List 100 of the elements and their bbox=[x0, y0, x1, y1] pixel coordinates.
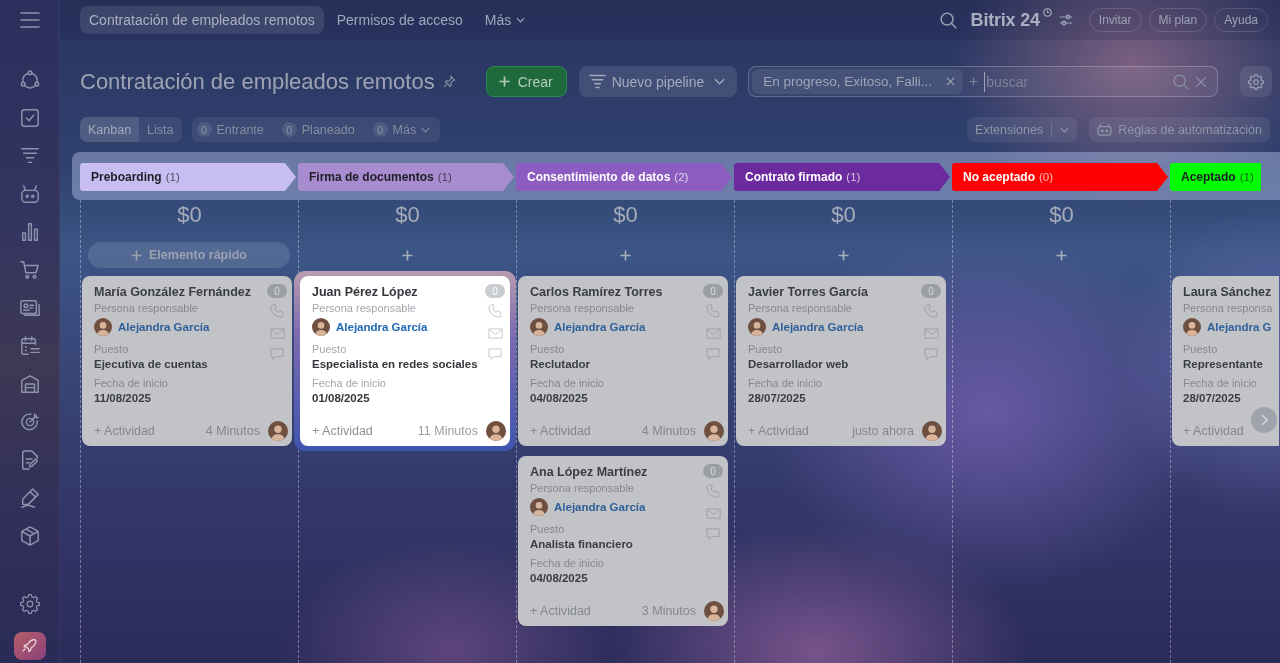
field-value: Especialista en redes sociales bbox=[312, 357, 479, 372]
rocket-icon[interactable] bbox=[13, 632, 46, 660]
responsible-link[interactable]: Alejandra García bbox=[118, 321, 210, 333]
add-activity-link[interactable]: + Actividad bbox=[94, 424, 155, 438]
stage-header[interactable]: Contrato firmado (1) bbox=[734, 163, 950, 191]
avatar-icon bbox=[704, 421, 724, 441]
add-activity-link[interactable]: + Actividad bbox=[530, 604, 591, 618]
responsible-link[interactable]: Alejandra G bbox=[1207, 321, 1272, 333]
pipeline-button[interactable]: Nuevo pipeline bbox=[578, 66, 738, 97]
plus-icon bbox=[969, 77, 979, 86]
avatar-icon bbox=[922, 421, 942, 441]
counter-filter[interactable]: 0 Planeado bbox=[281, 122, 355, 137]
card-title[interactable]: Laura Sánchez bbox=[1183, 284, 1279, 301]
stage-header[interactable]: Aceptado (1) bbox=[1170, 163, 1261, 191]
nav-tab[interactable]: Permisos de acceso bbox=[327, 6, 472, 34]
stage-header[interactable]: Preboarding (1) bbox=[80, 163, 296, 191]
card-title[interactable]: Juan Pérez López bbox=[312, 284, 484, 301]
view-tab[interactable]: Lista bbox=[139, 117, 182, 142]
menu-icon[interactable] bbox=[19, 10, 40, 30]
time-label: 4 Minutos bbox=[205, 424, 260, 438]
settings-button[interactable] bbox=[1240, 66, 1272, 97]
settings-icon bbox=[1248, 73, 1264, 90]
id-card-icon[interactable] bbox=[19, 298, 40, 318]
funnel-icon[interactable] bbox=[19, 146, 40, 166]
stage-count: (1) bbox=[1239, 171, 1254, 183]
extensions-button[interactable]: Extensiones bbox=[967, 117, 1078, 142]
field-label: Fecha de inicio bbox=[312, 376, 387, 390]
stage-name: Aceptado bbox=[1181, 170, 1236, 184]
stage-header[interactable]: No aceptado (0) bbox=[952, 163, 1168, 191]
card-title[interactable]: Javier Torres García bbox=[748, 284, 920, 301]
card-title[interactable]: Carlos Ramírez Torres bbox=[530, 284, 702, 301]
stage-total: $0 bbox=[177, 202, 202, 228]
box-icon[interactable] bbox=[19, 526, 40, 546]
field-value: 11/08/2025 bbox=[94, 391, 152, 406]
chevron-down-icon bbox=[1060, 126, 1070, 133]
robot-icon bbox=[1097, 123, 1113, 136]
document-edit-icon[interactable] bbox=[19, 450, 40, 470]
nav-tab[interactable]: Contratación de empleados remotos bbox=[80, 6, 324, 34]
robot-icon[interactable] bbox=[19, 184, 40, 204]
filter-tag[interactable]: En progreso, Exitoso, Falli... bbox=[752, 69, 964, 94]
add-activity-link[interactable]: + Actividad bbox=[312, 424, 373, 438]
filter-search-field[interactable]: En progreso, Exitoso, Falli... buscar bbox=[748, 66, 1218, 97]
close-icon[interactable] bbox=[1195, 75, 1207, 88]
time-label: justo ahora bbox=[852, 424, 914, 438]
time-label: 11 Minutos bbox=[417, 424, 478, 438]
field-label: Persona responsable bbox=[748, 301, 853, 315]
plus-icon bbox=[131, 249, 143, 261]
responsible-link[interactable]: Alejandra García bbox=[554, 321, 646, 333]
card-title[interactable]: Ana López Martínez bbox=[530, 464, 702, 481]
garage-icon[interactable] bbox=[19, 374, 40, 394]
bar-chart-icon[interactable] bbox=[19, 222, 40, 242]
nodes-icon[interactable] bbox=[19, 70, 40, 90]
search-input[interactable]: buscar bbox=[984, 71, 1167, 92]
settings-icon[interactable] bbox=[19, 594, 40, 614]
field-label: Persona responsa bbox=[1183, 301, 1274, 315]
search-icon[interactable] bbox=[939, 11, 957, 29]
calendar-icon[interactable] bbox=[19, 336, 40, 356]
stage-header[interactable]: Firma de documentos (1) bbox=[298, 163, 514, 191]
pen-icon[interactable] bbox=[19, 488, 40, 508]
deal-card[interactable]: Laura Sánchez Persona responsa Alejandra G Puesto Representante Fecha de inicio 28/07/2025 + Actividad bbox=[1172, 276, 1279, 446]
pin-icon[interactable] bbox=[442, 75, 456, 88]
field-label: Persona responsable bbox=[530, 481, 635, 495]
responsible-link[interactable]: Alejandra García bbox=[772, 321, 864, 333]
field-value: Representante bbox=[1183, 357, 1264, 372]
plus-icon bbox=[619, 249, 631, 261]
time-label: 3 Minutos bbox=[641, 604, 696, 618]
avatar-icon bbox=[312, 318, 330, 336]
cart-icon[interactable] bbox=[19, 260, 40, 280]
field-value: Reclutador bbox=[530, 357, 592, 372]
field-value: 04/08/2025 bbox=[530, 571, 589, 586]
card-title[interactable]: María González Fernández bbox=[94, 284, 266, 301]
time-label: 4 Minutos bbox=[641, 424, 696, 438]
close-icon[interactable] bbox=[946, 77, 956, 86]
stage-count: (0) bbox=[1039, 171, 1054, 183]
responsible-link[interactable]: Alejandra García bbox=[336, 321, 428, 333]
stage-header[interactable]: Consentimiento de datos (2) bbox=[516, 163, 732, 191]
avatar-icon bbox=[268, 421, 288, 441]
field-label: Puesto bbox=[312, 342, 348, 356]
field-value: 28/07/2025 bbox=[1183, 391, 1242, 406]
create-button[interactable]: Crear bbox=[485, 66, 567, 97]
count-badge: 0 bbox=[372, 122, 388, 137]
target-icon[interactable] bbox=[19, 412, 40, 432]
add-activity-link[interactable]: + Actividad bbox=[748, 424, 809, 438]
plus-icon bbox=[1055, 249, 1067, 261]
add-activity-link[interactable]: + Actividad bbox=[530, 424, 591, 438]
view-tab[interactable]: Kanban bbox=[80, 117, 140, 142]
more-menu-button[interactable]: 0 Más bbox=[372, 122, 431, 137]
add-activity-link[interactable]: + Actividad bbox=[1183, 424, 1244, 438]
stage-name: Preboarding bbox=[91, 170, 162, 184]
avatar-icon bbox=[748, 318, 766, 336]
more-menu-button[interactable]: Más bbox=[475, 6, 535, 34]
logo[interactable]: Bitrix 24 bbox=[970, 9, 1040, 31]
quick-add-button[interactable]: Elemento rápido bbox=[88, 242, 290, 268]
stage-count: (2) bbox=[674, 171, 689, 183]
sliders-icon[interactable] bbox=[1058, 14, 1073, 26]
avatar-icon bbox=[486, 421, 506, 441]
automation-rules-button[interactable]: Reglas de automatización bbox=[1089, 117, 1270, 142]
responsible-link[interactable]: Alejandra García bbox=[554, 501, 646, 513]
chevron-down-icon bbox=[714, 78, 726, 85]
chevron-right-icon bbox=[1260, 414, 1268, 426]
